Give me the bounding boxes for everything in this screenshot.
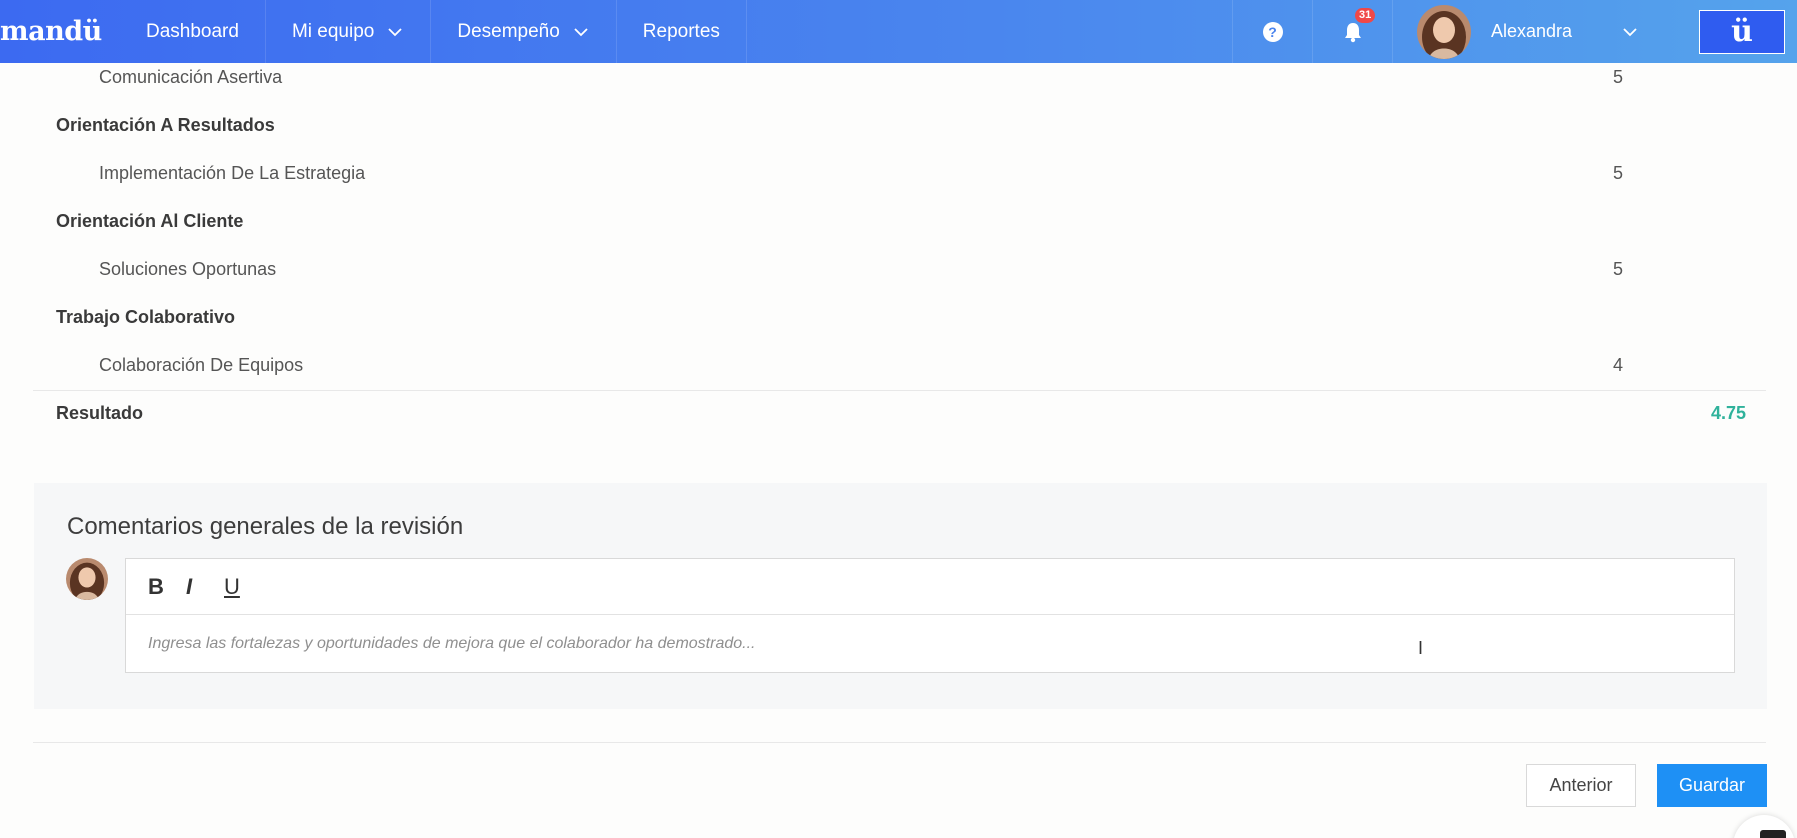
- competency-score: 5: [1613, 258, 1624, 279]
- list-item: Colaboración De Equipos 4: [33, 341, 1766, 389]
- result-row: Resultado 4.75: [56, 403, 1746, 424]
- list-item: Orientación A Resultados: [33, 101, 1766, 149]
- divider: [33, 742, 1766, 743]
- comment-editor: B I U Ingresa las fortalezas y oportunid…: [125, 558, 1735, 673]
- brand-logo[interactable]: mandü: [0, 16, 120, 47]
- chat-button[interactable]: [1733, 815, 1795, 838]
- chevron-down-icon: [574, 27, 588, 36]
- italic-button[interactable]: I: [186, 574, 224, 600]
- chevron-down-icon: [1623, 27, 1637, 36]
- competency-score: 4: [1613, 354, 1624, 375]
- competency-label: Soluciones Oportunas: [99, 258, 277, 279]
- nav-desempeno-label: Desempeño: [457, 20, 560, 42]
- previous-button[interactable]: Anterior: [1526, 764, 1636, 807]
- bold-button[interactable]: B: [148, 574, 186, 600]
- category-label: Orientación Al Cliente: [56, 210, 244, 231]
- nav-dashboard-label: Dashboard: [146, 20, 239, 42]
- nav-dashboard[interactable]: Dashboard: [120, 0, 266, 63]
- bell-icon: [1344, 22, 1361, 42]
- comments-title: Comentarios generales de la revisión: [67, 513, 464, 540]
- nav-mi-equipo[interactable]: Mi equipo: [266, 0, 432, 63]
- help-button[interactable]: ?: [1232, 0, 1312, 63]
- text-cursor-icon: I: [1418, 638, 1424, 658]
- chat-icon: [1760, 830, 1786, 838]
- divider: [33, 390, 1766, 391]
- editor-toolbar: B I U: [126, 559, 1734, 615]
- competency-score: 5: [1613, 162, 1624, 183]
- nav-desempeno[interactable]: Desempeño: [431, 0, 617, 63]
- category-label: Orientación A Resultados: [56, 114, 275, 135]
- list-item: Implementación De La Estrategia 5: [33, 149, 1766, 197]
- nav-reportes[interactable]: Reportes: [617, 0, 747, 63]
- competency-list: Comunicación Asertiva 5 Orientación A Re…: [33, 53, 1766, 389]
- app-switcher-button[interactable]: ü: [1699, 9, 1785, 54]
- result-label: Resultado: [56, 403, 144, 423]
- competency-score: 5: [1613, 66, 1624, 87]
- nav-mi-equipo-label: Mi equipo: [291, 20, 375, 42]
- avatar: [1417, 4, 1471, 59]
- comment-input[interactable]: Ingresa las fortalezas y oportunidades d…: [126, 615, 1734, 673]
- user-name: Alexandra: [1491, 21, 1573, 41]
- save-button[interactable]: Guardar: [1657, 764, 1767, 807]
- user-menu[interactable]: Alexandra: [1392, 0, 1699, 63]
- nav-reportes-label: Reportes: [642, 20, 720, 42]
- chevron-down-icon: [388, 27, 402, 36]
- notifications-button[interactable]: 31: [1312, 0, 1392, 63]
- underline-button[interactable]: U: [224, 574, 262, 600]
- notification-badge: 31: [1355, 8, 1376, 23]
- top-navbar: mandü Dashboard Mi equipo Desempeño Repo…: [0, 0, 1797, 63]
- help-icon: ?: [1262, 21, 1283, 42]
- competency-label: Implementación De La Estrategia: [99, 162, 366, 183]
- list-item: Orientación Al Cliente: [33, 197, 1766, 245]
- comments-section: Comentarios generales de la revisión B I…: [34, 483, 1767, 709]
- competency-label: Comunicación Asertiva: [99, 66, 283, 87]
- result-value: 4.75: [1710, 403, 1746, 423]
- category-label: Trabajo Colaborativo: [56, 306, 236, 327]
- list-item: Soluciones Oportunas 5: [33, 245, 1766, 293]
- competency-label: Colaboración De Equipos: [99, 354, 304, 375]
- avatar: [66, 558, 108, 600]
- list-item: Trabajo Colaborativo: [33, 293, 1766, 341]
